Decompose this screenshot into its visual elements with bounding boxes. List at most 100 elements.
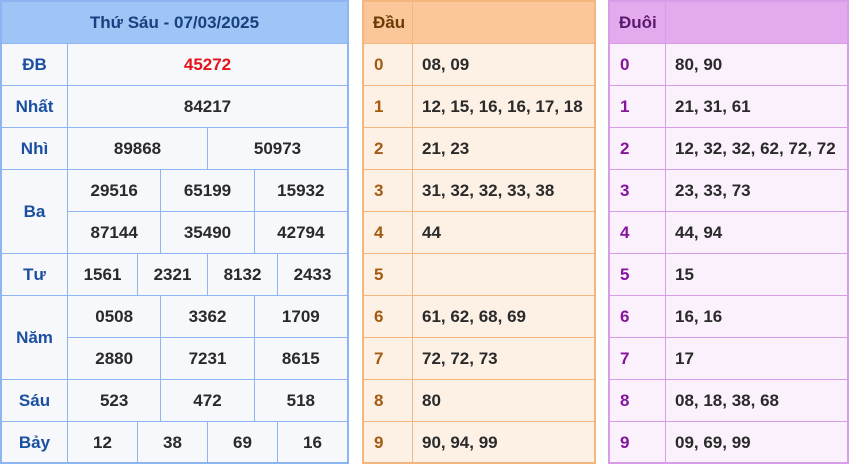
dau-row: 0 08, 09 [364, 44, 594, 86]
duoi-numbers: 44, 94 [675, 222, 723, 242]
results-date-title: Thứ Sáu - 07/03/2025 [2, 2, 347, 44]
duoi-row: 3 23, 33, 73 [610, 170, 847, 212]
prize-numbers: 0508 3362 1709 2880 7231 8615 [68, 296, 347, 380]
dau-row: 9 90, 94, 99 [364, 422, 594, 462]
dau-numbers [413, 254, 594, 295]
dau-row: 5 [364, 254, 594, 296]
duoi-header-values [666, 2, 847, 43]
prize-label: Nhất [2, 86, 68, 128]
prize-number: 8132 [208, 254, 278, 295]
prize-number: 16 [303, 432, 322, 452]
dau-digit: 9 [364, 422, 413, 462]
duoi-numbers: 80, 90 [675, 54, 723, 74]
duoi-numbers: 12, 32, 32, 62, 72, 72 [675, 138, 836, 158]
prize-line: 12 38 69 16 [68, 422, 347, 464]
duoi-row: 5 15 [610, 254, 847, 296]
prize-number: 50973 [253, 138, 302, 158]
dau-row: 3 31, 32, 32, 33, 38 [364, 170, 594, 212]
duoi-numbers: 17 [675, 348, 694, 368]
prize-line: 0508 3362 1709 [68, 296, 347, 338]
prize-number: 15932 [277, 180, 325, 200]
lottery-results-table: Thứ Sáu - 07/03/2025 ĐB 45272 Nhất 84217 Nhì… [0, 0, 349, 464]
prize-row: Nhất 84217 [2, 86, 347, 128]
duoi-digit: 7 [610, 338, 666, 379]
dau-numbers: 44 [422, 222, 441, 242]
duoi-row: 4 44, 94 [610, 212, 847, 254]
prize-row: Năm 0508 3362 1709 2880 7231 8615 [2, 296, 347, 380]
dau-row: 4 44 [364, 212, 594, 254]
dau-row: 8 80 [364, 380, 594, 422]
prize-numbers: 45272 [68, 44, 347, 86]
prize-row: Ba 29516 65199 15932 87144 35490 42794 [2, 170, 347, 254]
dau-numbers: 21, 23 [422, 138, 470, 158]
dau-numbers: 80 [422, 390, 441, 410]
duoi-digit: 8 [610, 380, 666, 421]
prize-number: 45272 [183, 54, 232, 74]
dau-digit: 4 [364, 212, 413, 253]
prize-row: Tư 1561 2321 8132 2433 [2, 254, 347, 296]
prize-number: 3362 [161, 296, 255, 337]
prize-label: Sáu [2, 380, 68, 422]
duoi-numbers: 09, 69, 99 [675, 432, 751, 452]
prize-number: 7231 [161, 338, 255, 379]
duoi-rows: 0 80, 90 1 21, 31, 61 2 12, 32, 32, 62, 72, 7… [610, 44, 847, 462]
prize-number: 12 [68, 422, 138, 463]
dau-row: 1 12, 15, 16, 16, 17, 18 [364, 86, 594, 128]
dau-numbers: 72, 72, 73 [422, 348, 498, 368]
duoi-numbers: 23, 33, 73 [675, 180, 751, 200]
duoi-digit: 2 [610, 128, 666, 169]
duoi-digit: 0 [610, 44, 666, 85]
dau-digit: 3 [364, 170, 413, 211]
prize-number: 2433 [293, 264, 332, 284]
prize-number: 472 [161, 380, 255, 421]
prize-number: 35490 [161, 212, 255, 253]
dau-numbers: 31, 32, 32, 33, 38 [422, 180, 555, 200]
prize-number: 29516 [68, 170, 162, 211]
dau-digit: 1 [364, 86, 413, 127]
dau-header: Đầu [364, 2, 413, 43]
duoi-digit: 6 [610, 296, 666, 337]
duoi-numbers: 15 [675, 264, 694, 284]
dau-numbers: 90, 94, 99 [422, 432, 498, 452]
duoi-row: 6 16, 16 [610, 296, 847, 338]
prize-number: 65199 [161, 170, 255, 211]
dau-digit: 8 [364, 380, 413, 421]
dau-digit: 6 [364, 296, 413, 337]
duoi-row: 0 80, 90 [610, 44, 847, 86]
duoi-digit: 1 [610, 86, 666, 127]
duoi-table: Đuôi 0 80, 90 1 21, 31, 61 2 12, 32, 32, 62, … [608, 0, 849, 464]
duoi-row: 7 17 [610, 338, 847, 380]
prize-row: Nhì 89868 50973 [2, 128, 347, 170]
duoi-digit: 9 [610, 422, 666, 462]
duoi-header: Đuôi [610, 2, 666, 43]
prize-number: 69 [208, 422, 278, 463]
prize-numbers: 1561 2321 8132 2433 [68, 254, 347, 296]
prize-line: 523 472 518 [68, 380, 347, 422]
duoi-row: 2 12, 32, 32, 62, 72, 72 [610, 128, 847, 170]
duoi-digit: 3 [610, 170, 666, 211]
prize-numbers: 84217 [68, 86, 347, 128]
prize-line: 84217 [68, 86, 347, 128]
prize-label: Nhì [2, 128, 68, 170]
prize-number: 89868 [68, 128, 208, 169]
prize-row: ĐB 45272 [2, 44, 347, 86]
prize-label: Bảy [2, 422, 68, 464]
prize-number: 0508 [68, 296, 162, 337]
prize-number: 1561 [68, 254, 138, 295]
dau-digit: 7 [364, 338, 413, 379]
prize-numbers: 12 38 69 16 [68, 422, 347, 464]
prize-number: 38 [138, 422, 208, 463]
duoi-numbers: 08, 18, 38, 68 [675, 390, 779, 410]
prize-row: Sáu 523 472 518 [2, 380, 347, 422]
duoi-digit: 4 [610, 212, 666, 253]
prize-number: 2880 [68, 338, 162, 379]
duoi-row: 1 21, 31, 61 [610, 86, 847, 128]
dau-digit: 5 [364, 254, 413, 295]
prize-label: ĐB [2, 44, 68, 86]
dau-row: 6 61, 62, 68, 69 [364, 296, 594, 338]
prize-number: 42794 [277, 222, 325, 242]
prize-numbers: 89868 50973 [68, 128, 347, 170]
prize-numbers: 29516 65199 15932 87144 35490 42794 [68, 170, 347, 254]
duoi-numbers: 21, 31, 61 [675, 96, 751, 116]
dau-numbers: 61, 62, 68, 69 [422, 306, 526, 326]
